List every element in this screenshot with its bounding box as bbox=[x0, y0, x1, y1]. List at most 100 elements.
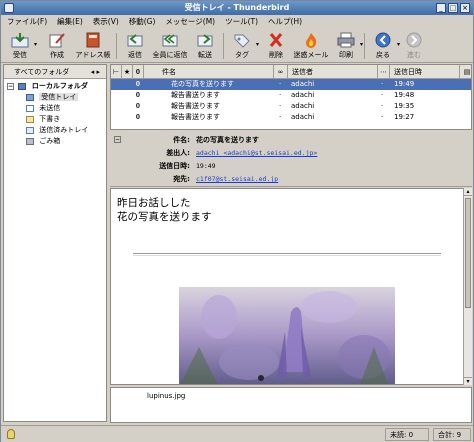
back-button[interactable]: 戻る ▾ bbox=[368, 29, 400, 63]
delete-button[interactable]: 削除 bbox=[261, 29, 291, 63]
thread-pane: ⊢ ★ 𝟎 件名 ∞ 送信者 ⋯ 送信日時 ▤ 𝟎 花の写真を送ります · ad… bbox=[110, 64, 472, 130]
read-column-icon[interactable]: ⋯ bbox=[378, 65, 390, 79]
folder-pane: すべてのフォルダ ◂ ▸ − ローカルフォルダ 受信トレイ 未送信 下書き 送信… bbox=[3, 64, 107, 422]
menu-message[interactable]: メッセージ(M) bbox=[165, 15, 215, 29]
menu-edit[interactable]: 編集(E) bbox=[57, 15, 83, 29]
scroll-down-icon[interactable]: ▾ bbox=[464, 377, 472, 385]
minimize-button[interactable]: _ bbox=[436, 3, 446, 13]
column-sender[interactable]: 送信者 bbox=[288, 65, 378, 79]
column-subject[interactable]: 件名 bbox=[144, 65, 274, 79]
window-menu-icon[interactable] bbox=[4, 3, 14, 13]
header-date-row: 送信日時: 19:49 bbox=[159, 162, 216, 170]
folder-unsent[interactable]: 未送信 bbox=[4, 103, 106, 114]
folder-sent[interactable]: 送信済みトレイ bbox=[4, 125, 106, 136]
header-to-row: 宛先: c1f07@st.seisai.ed.jp bbox=[173, 173, 279, 185]
junk-status-icon[interactable]: · bbox=[279, 90, 281, 101]
header-from-link[interactable]: adachi <adachi@st.seisai.ed.jp> bbox=[196, 147, 317, 159]
message-body-pane: 昨日お話しした 花の写真を送ります bbox=[110, 188, 472, 385]
thunderbird-window: 受信トレイ - Thunderbird _ □ × ファイル(F) 編集(E) … bbox=[0, 0, 474, 442]
message-scrollbar[interactable]: ▴ ▾ bbox=[463, 188, 472, 385]
attachment-separator bbox=[133, 253, 441, 256]
folder-drafts[interactable]: 下書き bbox=[4, 114, 106, 125]
read-status-icon[interactable]: · bbox=[381, 90, 383, 101]
scroll-up-icon[interactable]: ▴ bbox=[464, 188, 472, 196]
junk-status-icon[interactable]: · bbox=[279, 79, 281, 90]
chevron-down-icon[interactable]: ▾ bbox=[34, 41, 37, 48]
column-date[interactable]: 送信日時 bbox=[390, 65, 460, 79]
junk-column-icon[interactable]: ∞ bbox=[274, 65, 288, 79]
attachment-item[interactable]: lupinus.jpg bbox=[147, 392, 185, 400]
lupinus-photo-drawing bbox=[179, 287, 395, 384]
unsent-icon bbox=[26, 104, 34, 112]
junk-button[interactable]: 迷惑メール bbox=[291, 29, 331, 63]
reply-button[interactable]: 返信 bbox=[120, 29, 150, 63]
get-mail-button[interactable]: 受信 ▾ bbox=[5, 29, 37, 63]
star-column-icon[interactable]: ★ bbox=[122, 65, 133, 79]
tag-button[interactable]: タグ ▾ bbox=[227, 29, 259, 63]
table-row[interactable]: 𝟎 報告書送ります · adachi · 19:35 bbox=[111, 101, 471, 112]
offline-status-icon[interactable] bbox=[7, 429, 15, 439]
reply-all-button[interactable]: 全員に返信 bbox=[150, 29, 190, 63]
folder-inbox[interactable]: 受信トレイ bbox=[4, 92, 106, 103]
attachment-icon: 𝟎 bbox=[136, 113, 140, 121]
close-button[interactable]: × bbox=[460, 3, 470, 13]
address-book-button[interactable]: アドレス帳 bbox=[73, 29, 113, 63]
computer-icon bbox=[18, 82, 27, 90]
message-header-pane: − 件名: 花の写真を送ります 差出人: adachi <adachi@st.s… bbox=[110, 132, 472, 187]
reply-icon bbox=[127, 34, 143, 47]
toolbar-separator bbox=[223, 33, 224, 59]
read-status-icon[interactable]: · bbox=[381, 112, 383, 123]
table-row[interactable]: 𝟎 花の写真を送ります · adachi · 19:49 bbox=[111, 79, 471, 90]
read-status-icon[interactable]: · bbox=[381, 101, 383, 112]
read-status-icon[interactable]: · bbox=[381, 79, 383, 90]
junk-icon bbox=[306, 33, 317, 48]
maximize-button[interactable]: □ bbox=[448, 3, 458, 13]
tag-icon bbox=[234, 34, 250, 48]
scroll-thumb[interactable] bbox=[465, 198, 471, 308]
menu-view[interactable]: 表示(V) bbox=[93, 15, 119, 29]
lupinus-image bbox=[179, 287, 395, 384]
window-title: 受信トレイ - Thunderbird bbox=[184, 3, 290, 12]
attachment-icon: 𝟎 bbox=[136, 80, 140, 88]
delete-icon bbox=[269, 33, 283, 47]
menu-help[interactable]: ヘルプ(H) bbox=[268, 15, 302, 29]
chevron-down-icon[interactable]: ▾ bbox=[397, 41, 400, 48]
forward-nav-icon bbox=[406, 32, 422, 48]
folder-view-label[interactable]: すべてのフォルダ bbox=[14, 68, 69, 76]
toolbar-separator bbox=[116, 33, 117, 59]
thread-column-icon[interactable]: ⊢ bbox=[111, 65, 122, 79]
forward-button[interactable]: 転送 bbox=[190, 29, 220, 63]
thread-header: ⊢ ★ 𝟎 件名 ∞ 送信者 ⋯ 送信日時 ▤ bbox=[111, 65, 471, 79]
forward-nav-button[interactable]: 進む bbox=[402, 29, 426, 63]
reply-all-icon bbox=[162, 34, 178, 47]
chevron-down-icon[interactable]: ▾ bbox=[256, 41, 259, 48]
collapse-icon[interactable]: − bbox=[7, 82, 14, 90]
junk-status-icon[interactable]: · bbox=[279, 101, 281, 112]
attachment-column-icon[interactable]: 𝟎 bbox=[133, 65, 144, 79]
header-to-link[interactable]: c1f07@st.seisai.ed.jp bbox=[196, 173, 278, 185]
compose-button[interactable]: 作成 bbox=[41, 29, 73, 63]
column-picker-icon[interactable]: ▤ bbox=[461, 65, 473, 79]
menu-bar: ファイル(F) 編集(E) 表示(V) 移動(G) メッセージ(M) ツール(T… bbox=[1, 15, 473, 29]
folder-trash[interactable]: ごみ箱 bbox=[4, 136, 106, 147]
menu-file[interactable]: ファイル(F) bbox=[7, 15, 47, 29]
print-icon bbox=[337, 32, 355, 48]
junk-status-icon[interactable]: · bbox=[279, 112, 281, 123]
title-bar: 受信トレイ - Thunderbird _ □ × bbox=[1, 1, 473, 15]
forward-icon bbox=[197, 34, 213, 47]
chevron-down-icon[interactable]: ▾ bbox=[360, 41, 363, 48]
menu-go[interactable]: 移動(G) bbox=[129, 15, 156, 29]
drafts-icon bbox=[26, 115, 34, 123]
table-row[interactable]: 𝟎 報告書送ります · adachi · 19:48 bbox=[111, 90, 471, 101]
folder-view-arrows[interactable]: ◂ ▸ bbox=[91, 65, 100, 79]
folder-local[interactable]: − ローカルフォルダ bbox=[4, 81, 106, 92]
attachment-pane: lupinus.jpg bbox=[110, 387, 472, 423]
print-button[interactable]: 印刷 ▾ bbox=[331, 29, 363, 63]
compose-icon bbox=[49, 33, 65, 48]
menu-tools[interactable]: ツール(T) bbox=[225, 15, 258, 29]
toolbar-separator bbox=[364, 33, 365, 59]
status-bar: 未読: 0 合計: 9 bbox=[1, 425, 473, 442]
trash-icon bbox=[26, 137, 34, 145]
unread-count: 未読: 0 bbox=[385, 428, 429, 441]
table-row[interactable]: 𝟎 報告書送ります · adachi · 19:27 bbox=[111, 112, 471, 123]
